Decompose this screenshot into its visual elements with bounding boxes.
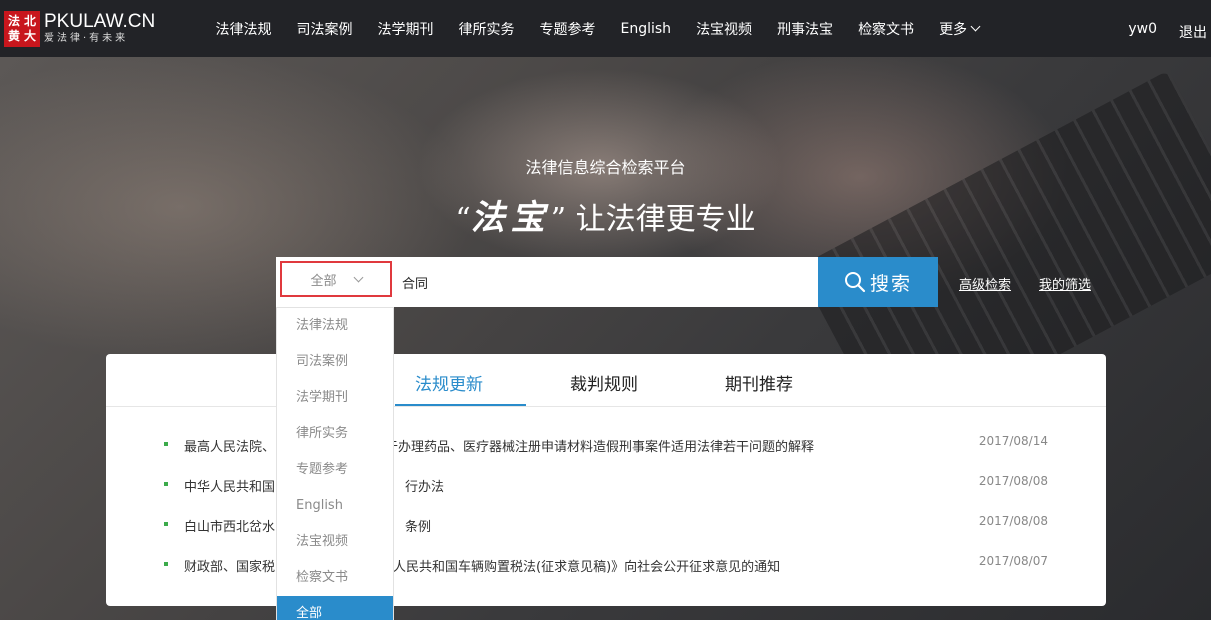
nav-item-journals[interactable]: 法学期刊 <box>378 19 434 39</box>
hero-title: “法宝” 让法律更专业 <box>0 190 1211 239</box>
search-scope-value: 全部 <box>310 273 337 289</box>
logo-slogan: 爱法律·有未来 <box>44 32 129 44</box>
search-icon <box>844 272 866 293</box>
bullet-icon <box>164 522 168 526</box>
chevron-down-icon <box>353 272 363 282</box>
bullet-icon <box>164 442 168 446</box>
nav-more-menu[interactable]: 更多 <box>939 19 981 39</box>
active-tab-indicator <box>395 404 526 406</box>
hero-subtitle: 法律信息综合检索平台 <box>525 158 686 177</box>
nav-item-english[interactable]: English <box>621 21 672 37</box>
news-title-left: 最高人民法院、 <box>184 440 276 455</box>
search-button-label: 搜索 <box>869 272 912 295</box>
hero-title-quote: ” <box>550 202 567 237</box>
tab-judgment-rules[interactable]: 裁判规则 <box>570 370 638 395</box>
news-date: 2017/08/07 <box>978 554 1048 568</box>
nav-item-criminal[interactable]: 刑事法宝 <box>777 19 833 39</box>
news-title-right: 行办法 <box>405 480 445 495</box>
logout-link[interactable]: 退出 <box>1179 22 1207 42</box>
news-title-right: 人民共和国车辆购置税法(征求意见稿)》向社会公开征求意见的通知 <box>393 560 781 575</box>
my-filter-link[interactable]: 我的筛选 <box>1039 274 1091 293</box>
dropdown-option[interactable]: English <box>277 488 393 524</box>
dropdown-option[interactable]: 司法案例 <box>277 344 393 380</box>
news-date: 2017/08/08 <box>978 474 1048 488</box>
main-nav: 法律法规 司法案例 法学期刊 律所实务 专题参考 English 法宝视频 刑事… <box>203 0 992 57</box>
nav-item-cases[interactable]: 司法案例 <box>297 19 353 39</box>
nav-item-videos[interactable]: 法宝视频 <box>696 19 752 39</box>
nav-item-laws[interactable]: 法律法规 <box>216 19 272 39</box>
logo-seal: 法 北 黄 大 <box>4 10 40 47</box>
dropdown-option[interactable]: 律所实务 <box>277 416 393 452</box>
nav-more-label: 更多 <box>939 21 968 38</box>
nav-item-procuratorate[interactable]: 检察文书 <box>858 19 914 39</box>
bullet-icon <box>164 482 168 486</box>
chevron-down-icon <box>970 21 981 32</box>
dropdown-option[interactable]: 法学期刊 <box>277 380 393 416</box>
search-scope-dropdown: 法律法规 司法案例 法学期刊 律所实务 专题参考 English 法宝视频 检察… <box>276 307 394 620</box>
dropdown-option[interactable]: 法律法规 <box>277 308 393 344</box>
dropdown-option[interactable]: 专题参考 <box>277 452 393 488</box>
news-date: 2017/08/08 <box>978 514 1048 528</box>
news-title-right: 条例 <box>405 520 432 535</box>
hero-banner: 法律信息综合检索平台 “法宝” 让法律更专业 全部 搜索 高级检索 我的筛选 法… <box>0 57 1211 620</box>
top-navbar: 法 北 黄 大 PKULAW.CN 爱法律·有未来 法律法规 司法案例 法学期刊… <box>0 0 1211 57</box>
news-title-left: 中华人民共和国 <box>184 480 276 495</box>
tab-law-updates[interactable]: 法规更新 <box>415 370 483 395</box>
dropdown-option-selected[interactable]: 全部 <box>277 596 393 620</box>
logo-seal-char: 北 <box>23 13 36 28</box>
logo-seal-char: 大 <box>23 28 36 43</box>
news-title-right: 于办理药品、医疗器械注册申请材料造假刑事案件适用法律若干问题的解释 <box>385 440 815 455</box>
hero-title-rest: 让法律更专业 <box>566 202 756 237</box>
search-button[interactable]: 搜索 <box>818 257 938 307</box>
search-input[interactable] <box>402 267 802 297</box>
user-name-link[interactable]: yw0 <box>1128 21 1157 37</box>
site-logo[interactable]: 法 北 黄 大 PKULAW.CN 爱法律·有未来 <box>4 7 155 51</box>
tab-journal-recommend[interactable]: 期刊推荐 <box>725 370 793 395</box>
bullet-icon <box>164 562 168 566</box>
logo-brand-text: PKULAW.CN <box>44 10 156 32</box>
search-scope-select[interactable]: 全部 <box>280 261 392 297</box>
panel-tabs: 法规更新 裁判规则 期刊推荐 <box>106 354 1106 407</box>
hero-title-brand: 法宝 <box>470 198 551 238</box>
updates-panel: 法规更新 裁判规则 期刊推荐 最高人民法院、 于办理药品、医疗器械注册申请材料造假… <box>106 354 1106 606</box>
news-date: 2017/08/14 <box>978 434 1048 448</box>
nav-item-topics[interactable]: 专题参考 <box>540 19 596 39</box>
dropdown-option[interactable]: 检察文书 <box>277 560 393 596</box>
news-title[interactable]: 财政部、国家税 人民共和国车辆购置税法(征求意见稿)》向社会公开征求意见的通知 <box>184 556 780 575</box>
dropdown-option[interactable]: 法宝视频 <box>277 524 393 560</box>
news-title-left: 白山市西北岔水 <box>184 520 276 535</box>
news-title-left: 财政部、国家税 <box>184 560 276 575</box>
logo-seal-char: 法 <box>7 13 20 28</box>
nav-item-practice[interactable]: 律所实务 <box>459 19 515 39</box>
search-box: 全部 <box>276 257 818 307</box>
hero-title-quote: “ <box>455 202 471 237</box>
advanced-search-link[interactable]: 高级检索 <box>959 274 1011 293</box>
logo-seal-char: 黄 <box>7 28 20 43</box>
